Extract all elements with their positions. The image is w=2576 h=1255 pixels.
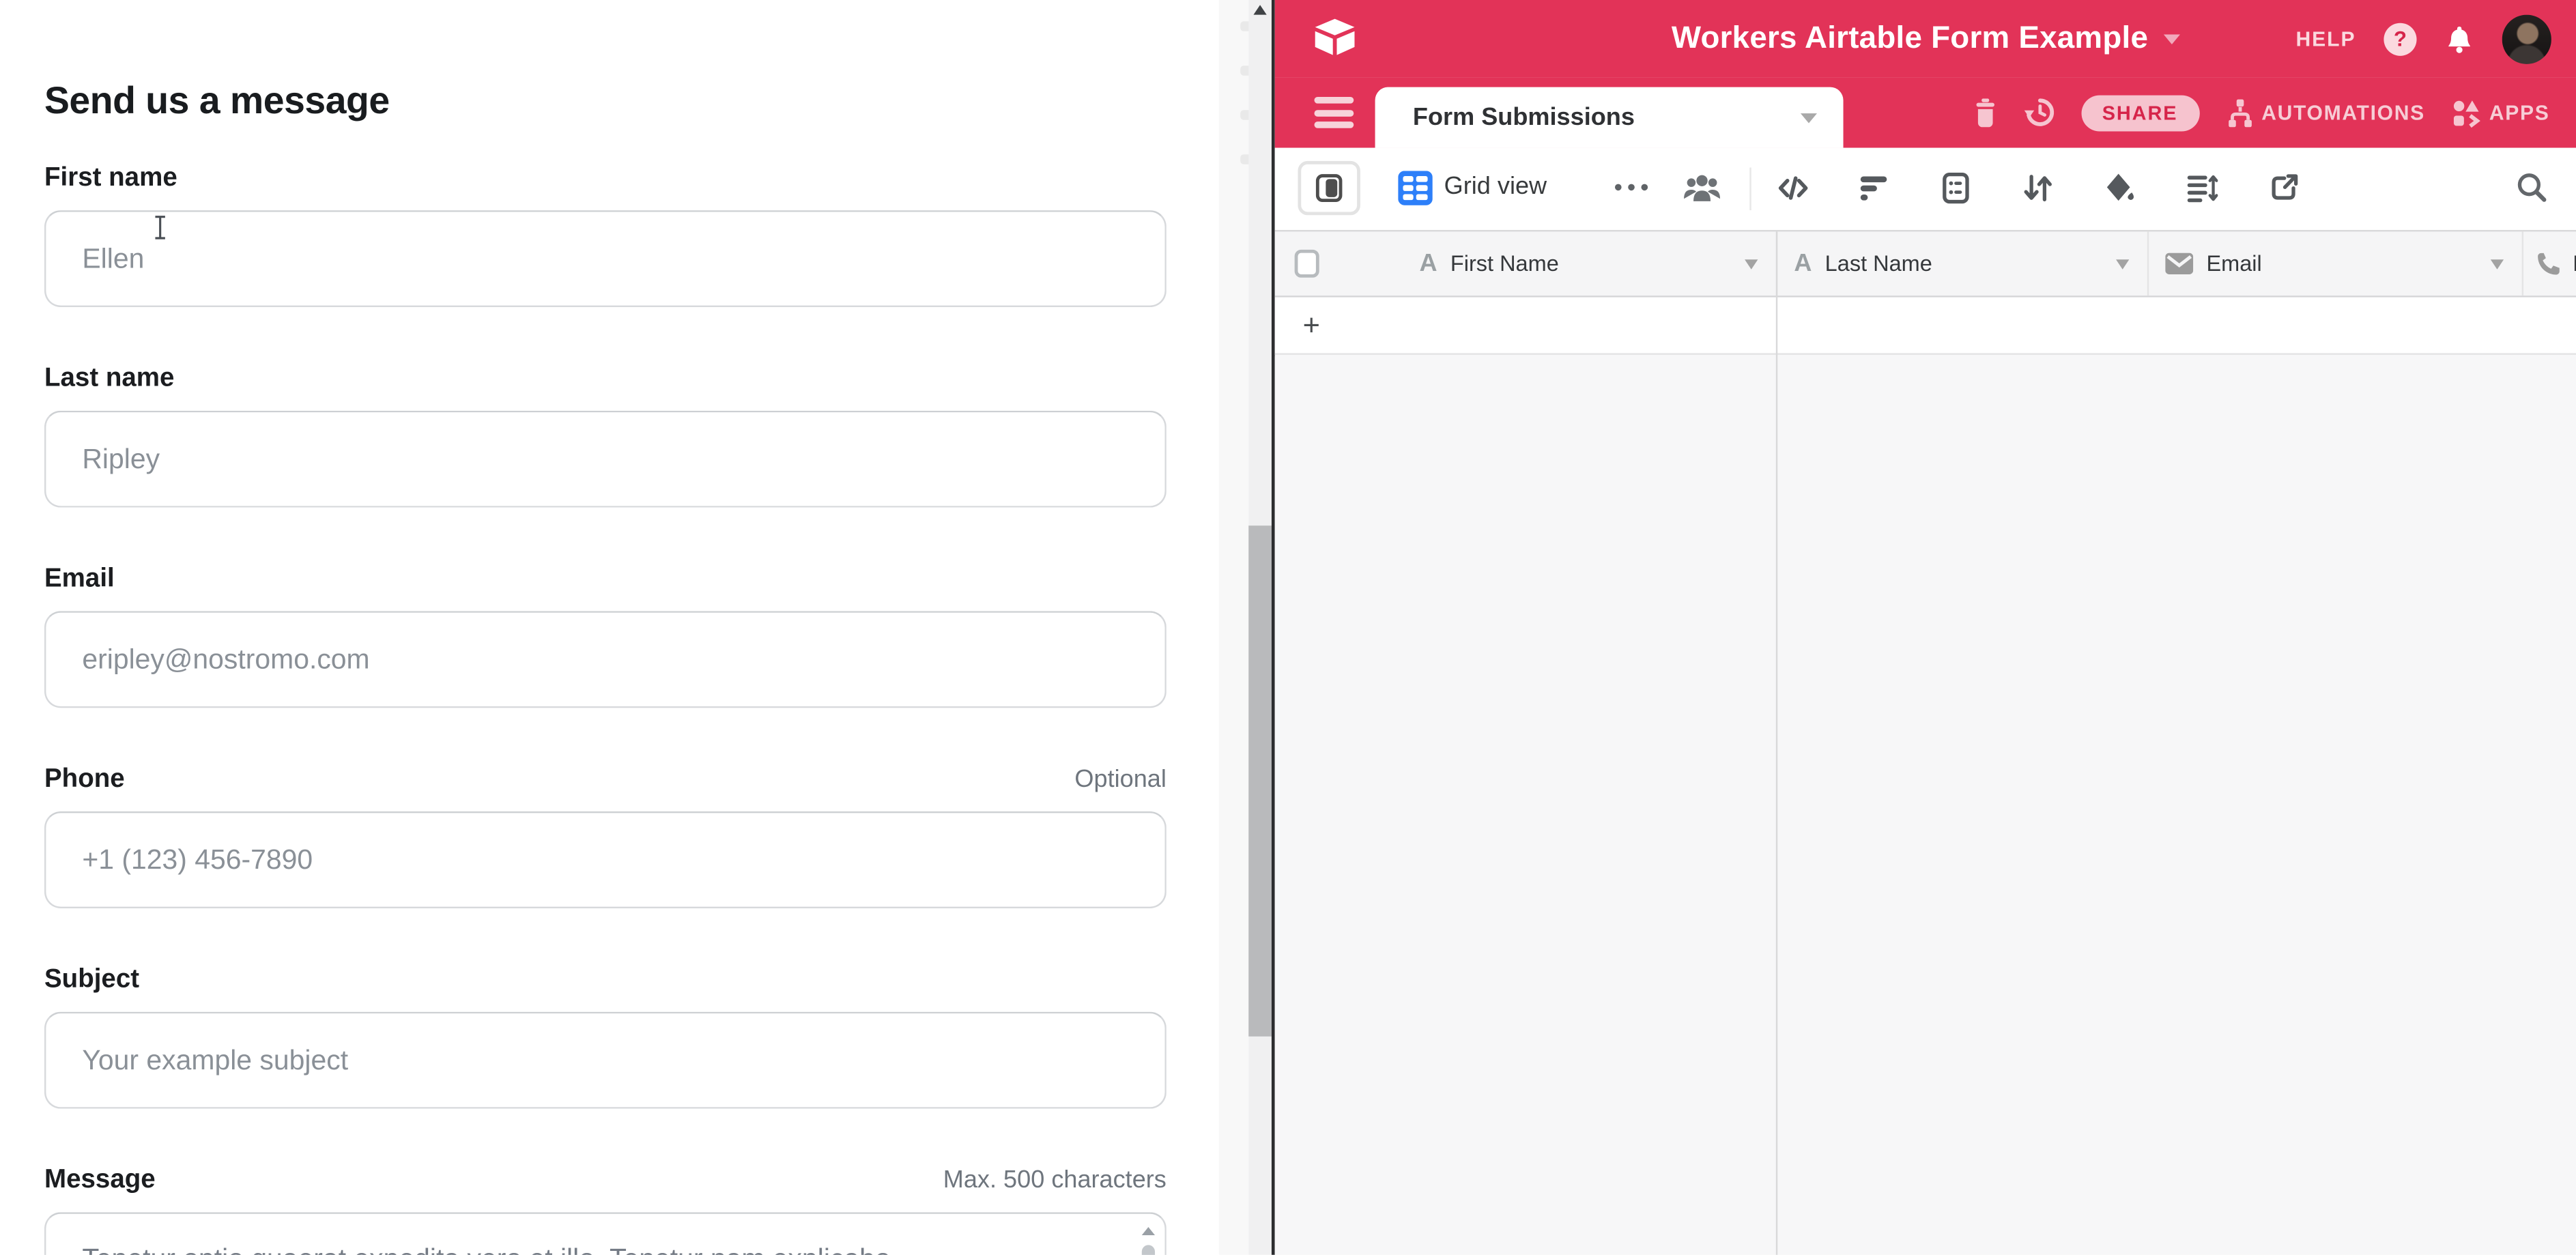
- page-gutter: [1219, 0, 1248, 1255]
- user-avatar[interactable]: [2502, 14, 2551, 63]
- automations-button[interactable]: AUTOMATIONS: [2225, 98, 2425, 127]
- view-toolbar: Grid view: [1275, 148, 2576, 230]
- apps-icon: [2451, 98, 2480, 127]
- column-header-email[interactable]: Email: [2147, 231, 2522, 295]
- column-name: Phone: [2573, 251, 2576, 276]
- trash-icon[interactable]: [1973, 98, 1997, 127]
- grid-body-empty: [1275, 356, 2576, 1255]
- toolbar-divider: [1749, 168, 1751, 211]
- view-name[interactable]: Grid view: [1444, 173, 1547, 201]
- sidebar-panel-icon: [1316, 174, 1343, 202]
- text-cursor-icon: [153, 215, 168, 240]
- column-name: First Name: [1450, 251, 1559, 276]
- column-header-first-name[interactable]: A First Name: [1275, 231, 1776, 295]
- phone-label: Phone: [44, 766, 125, 795]
- airtable-topbar: Workers Airtable Form Example HELP ?: [1275, 0, 2576, 77]
- base-title[interactable]: Workers Airtable Form Example: [1672, 20, 2148, 57]
- sort-icon[interactable]: [2022, 173, 2054, 204]
- message-label: Message: [44, 1166, 156, 1196]
- collaborators-icon[interactable]: [1683, 171, 1722, 203]
- search-icon[interactable]: [2515, 171, 2548, 203]
- apps-button[interactable]: APPS: [2451, 98, 2549, 127]
- grid-view-icon: [1398, 171, 1433, 205]
- share-button[interactable]: SHARE: [2080, 94, 2199, 130]
- subject-label: Subject: [44, 966, 139, 995]
- browser-scrollbar[interactable]: [1248, 0, 1272, 1255]
- phone-field-icon: [2535, 250, 2562, 277]
- scrollbar-thumb[interactable]: [1248, 525, 1272, 1037]
- apps-label: APPS: [2489, 101, 2550, 124]
- row-height-icon[interactable]: [2187, 173, 2218, 204]
- chevron-down-icon[interactable]: [2491, 259, 2504, 268]
- email-input[interactable]: [44, 611, 1167, 708]
- form-title: Send us a message: [44, 80, 390, 124]
- phone-input[interactable]: [44, 811, 1167, 908]
- field-message: Message Max. 500 characters Tenetur opti…: [44, 1166, 1167, 1255]
- history-icon[interactable]: [2023, 97, 2055, 128]
- notifications-bell-icon[interactable]: [2444, 24, 2474, 53]
- field-phone: Phone Optional: [44, 766, 1167, 908]
- message-scrollbar[interactable]: [1140, 1224, 1156, 1255]
- subject-input[interactable]: [44, 1012, 1167, 1109]
- table-tab-form-submissions[interactable]: Form Submissions: [1375, 87, 1844, 148]
- column-header-phone[interactable]: Phone: [2522, 231, 2576, 295]
- field-last-name: Last name: [44, 364, 1167, 507]
- contact-form-pane: Send us a message First name Last name E…: [0, 0, 1219, 1255]
- hide-fields-code-icon[interactable]: [1777, 173, 1809, 204]
- field-email: Email: [44, 565, 1167, 708]
- color-icon[interactable]: [2104, 173, 2136, 204]
- frozen-column-divider: [1776, 230, 1777, 1255]
- column-name: Last Name: [1825, 251, 1932, 276]
- view-sidebar-toggle-button[interactable]: [1298, 161, 1360, 215]
- field-first-name: First name: [44, 164, 1167, 307]
- group-icon[interactable]: [1941, 173, 1972, 204]
- first-name-input[interactable]: [44, 210, 1167, 307]
- text-field-icon: A: [1794, 250, 1812, 278]
- chevron-down-icon[interactable]: [2163, 33, 2179, 43]
- add-record-plus-icon[interactable]: +: [1303, 308, 1320, 343]
- message-textarea[interactable]: Tenetur optio quaerat expedita vero et i…: [44, 1212, 1167, 1255]
- first-name-label: First name: [44, 164, 177, 194]
- help-button[interactable]: HELP: [2296, 27, 2356, 51]
- message-maxlength-note: Max. 500 characters: [943, 1166, 1167, 1194]
- automations-label: AUTOMATIONS: [2261, 101, 2425, 124]
- tables-menu-icon[interactable]: [1315, 97, 1354, 128]
- chevron-down-icon[interactable]: [1801, 113, 1817, 122]
- add-record-row[interactable]: +: [1275, 298, 2576, 355]
- chevron-down-icon[interactable]: [2116, 259, 2129, 268]
- message-scrollbar-thumb[interactable]: [1142, 1245, 1155, 1254]
- airtable-tabbar: Form Submissions: [1275, 77, 2576, 147]
- share-view-icon[interactable]: [2269, 173, 2300, 204]
- view-options-ellipsis-icon[interactable]: [1615, 184, 1648, 191]
- screen: Send us a message First name Last name E…: [0, 0, 2576, 1255]
- phone-optional-note: Optional: [1074, 766, 1166, 794]
- airtable-pane: Workers Airtable Form Example HELP ? For…: [1275, 0, 2576, 1255]
- field-subject: Subject: [44, 966, 1167, 1108]
- text-field-icon: A: [1420, 250, 1437, 278]
- chevron-down-icon[interactable]: [1745, 259, 1758, 268]
- email-label: Email: [44, 565, 115, 594]
- email-field-icon: [2165, 253, 2193, 274]
- table-tab-label: Form Submissions: [1413, 104, 1635, 132]
- column-name: Email: [2206, 251, 2261, 276]
- automations-icon: [2225, 98, 2253, 127]
- filter-icon[interactable]: [1860, 173, 1889, 202]
- last-name-label: Last name: [44, 364, 174, 394]
- grid-header-row: A First Name A Last Name Email: [1275, 230, 2576, 298]
- scrollbar-up-arrow-icon[interactable]: [1253, 5, 1266, 14]
- column-header-last-name[interactable]: A Last Name: [1776, 231, 2147, 295]
- help-circle-icon[interactable]: ?: [2384, 22, 2416, 55]
- last-name-input[interactable]: [44, 411, 1167, 508]
- scroll-up-arrow-icon[interactable]: [1142, 1227, 1155, 1235]
